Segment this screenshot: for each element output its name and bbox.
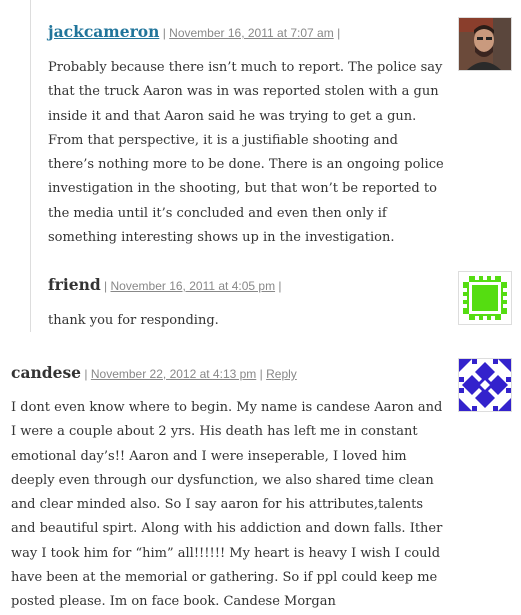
reply-link[interactable]: Reply [266, 367, 297, 381]
comment-jackcameron: jackcameron | November 16, 2011 at 7:07 … [31, 0, 521, 258]
comment-body: Probably because there isn’t much to rep… [48, 60, 444, 246]
comment-date-link[interactable]: November 16, 2011 at 4:05 pm [111, 279, 276, 293]
comment-body: thank you for responding. [48, 313, 219, 328]
comment-candese: candese | November 22, 2012 at 4:13 pm |… [0, 350, 521, 613]
comment-date-link[interactable]: November 22, 2012 at 4:13 pm [91, 367, 256, 381]
meta-separator: | [104, 279, 108, 293]
comment-meta: friend | November 16, 2011 at 4:05 pm | [48, 275, 282, 294]
avatar [458, 271, 512, 325]
comment-author-link[interactable]: jackcameron [48, 22, 159, 41]
comment-friend: friend | November 16, 2011 at 4:05 pm | [31, 258, 521, 335]
avatar [458, 358, 512, 412]
comment-date-link[interactable]: November 16, 2011 at 7:07 am [169, 26, 334, 40]
meta-separator: | [162, 26, 166, 40]
comment-meta: jackcameron | November 16, 2011 at 7:07 … [48, 22, 340, 41]
meta-separator: | [337, 26, 341, 40]
meta-separator: | [84, 367, 88, 381]
meta-separator: | [259, 367, 263, 381]
comment-author: friend [48, 275, 101, 294]
meta-separator: | [278, 279, 282, 293]
identicon-green-icon [459, 272, 511, 324]
comment-author: candese [11, 363, 82, 382]
identicon-blue-icon [459, 359, 511, 411]
avatar [458, 17, 512, 71]
avatar-photo-icon [459, 18, 511, 70]
comment-body: I dont even know where to begin. My name… [11, 400, 443, 610]
comment-meta: candese | November 22, 2012 at 4:13 pm |… [11, 363, 297, 382]
